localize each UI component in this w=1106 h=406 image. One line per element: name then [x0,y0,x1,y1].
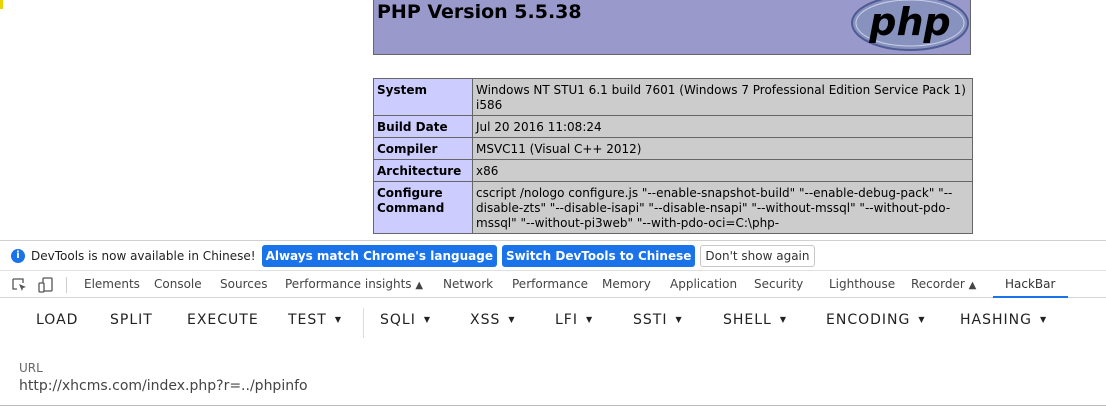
load-button[interactable]: LOAD [36,312,78,332]
caret-down-icon: ▼ [508,315,516,324]
row-value: Jul 20 2016 11:08:24 [472,115,973,138]
tab-recorder[interactable]: Recorder ▲ [911,271,976,298]
split-button[interactable]: SPLIT [110,312,153,332]
page-title: PHP Version 5.5.38 [377,1,582,23]
url-input[interactable]: http://xhcms.com/index.php?r=../phpinfo [19,378,308,394]
test-dropdown[interactable]: TEST ▼ [288,312,342,332]
row-key: System [373,78,473,116]
table-row: Architecture x86 [373,159,973,182]
tab-label: Recorder [911,277,965,291]
row-key: Architecture [373,159,473,182]
caret-down-icon: ▼ [675,315,683,324]
hashing-dropdown[interactable]: HASHING ▼ [960,312,1047,332]
row-value: cscript /nologo configure.js "--enable-s… [472,181,973,234]
switch-to-chinese-button[interactable]: Switch DevTools to Chinese [501,244,696,267]
caret-down-icon: ▼ [423,315,431,324]
caret-down-icon: ▼ [779,315,788,324]
tab-security[interactable]: Security [754,271,803,298]
row-key: Compiler [373,137,473,160]
device-toolbar-icon[interactable] [38,277,54,293]
dont-show-again-button[interactable]: Don't show again [700,244,815,267]
tab-network[interactable]: Network [443,271,493,298]
row-key: Build Date [373,115,473,138]
caret-down-icon: ▼ [334,315,342,324]
php-logo-text: php [868,0,950,44]
experiment-flask-icon: ▲ [415,280,424,291]
tab-application[interactable]: Application [670,271,737,298]
caret-down-icon: ▼ [918,315,926,324]
toolbar-divider [363,308,364,338]
row-value: MSVC11 (Visual C++ 2012) [472,137,973,160]
dropdown-label: TEST [288,312,327,328]
caret-down-icon: ▼ [585,315,594,324]
table-row: Compiler MSVC11 (Visual C++ 2012) [373,137,973,160]
devtools-language-notice: i DevTools is now available in Chinese! … [0,240,1106,270]
encoding-dropdown[interactable]: ENCODING ▼ [826,312,926,332]
hackbar-toolbar: LOAD SPLIT EXECUTE TEST ▼ SQLI ▼ XSS ▼ LFI ▼… [0,298,1106,348]
tab-hackbar[interactable]: HackBar [993,271,1069,298]
corner-marker [0,0,3,9]
row-value: Windows NT STU1 6.1 build 7601 (Windows … [472,78,973,116]
php-logo-icon: php [851,0,969,51]
tab-console[interactable]: Console [154,271,202,298]
dropdown-label: XSS [470,312,501,328]
tab-elements[interactable]: Elements [84,271,140,298]
dropdown-label: ENCODING [826,312,911,328]
inspect-element-icon[interactable] [11,277,28,293]
table-row: Build Date Jul 20 2016 11:08:24 [373,115,973,138]
dropdown-label: SQLI [380,312,416,328]
table-row: System Windows NT STU1 6.1 build 7601 (W… [373,78,973,116]
dropdown-label: HASHING [960,312,1032,328]
experiment-flask-icon: ▲ [968,280,977,291]
execute-button[interactable]: EXECUTE [187,312,259,332]
info-icon: i [11,248,25,263]
tab-performance[interactable]: Performance [512,271,588,298]
always-match-language-button[interactable]: Always match Chrome's language [261,244,497,267]
row-key: Configure Command [373,181,473,234]
shell-dropdown[interactable]: SHELL ▼ [723,312,787,332]
phpinfo-page: PHP Version 5.5.38 php System Windows NT… [0,0,1106,240]
info-table: System Windows NT STU1 6.1 build 7601 (W… [373,78,973,234]
php-header: PHP Version 5.5.38 php [373,0,971,55]
notice-message: DevTools is now available in Chinese! [31,248,256,263]
table-row: Configure Command cscript /nologo config… [373,181,973,234]
devtools-tab-bar: Elements Console Sources Performance ins… [0,270,1106,298]
sqli-dropdown[interactable]: SQLI ▼ [380,312,431,332]
tab-label: Performance insights [285,277,412,291]
caret-down-icon: ▼ [1039,315,1048,324]
tab-lighthouse[interactable]: Lighthouse [829,271,895,298]
dropdown-label: LFI [555,312,578,328]
lfi-dropdown[interactable]: LFI ▼ [555,312,593,332]
tab-memory[interactable]: Memory [602,271,651,298]
url-field[interactable]: URL http://xhcms.com/index.php?r=../phpi… [0,348,1106,406]
ssti-dropdown[interactable]: SSTI ▼ [633,312,683,332]
dropdown-label: SHELL [723,312,772,328]
dropdown-label: SSTI [633,312,668,328]
tab-sources[interactable]: Sources [220,271,267,298]
row-value: x86 [472,159,973,182]
tab-performance-insights[interactable]: Performance insights ▲ [285,271,423,298]
toolbar-divider [66,277,67,293]
url-label: URL [19,361,43,375]
xss-dropdown[interactable]: XSS ▼ [470,312,516,332]
